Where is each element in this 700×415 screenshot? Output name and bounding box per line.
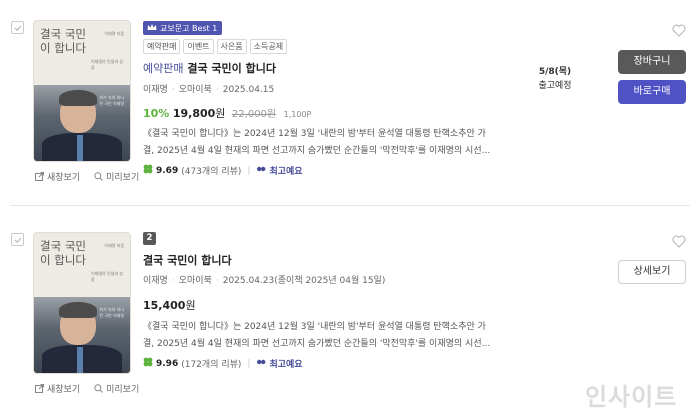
wishlist-heart-icon[interactable]: [672, 22, 686, 41]
new-window-label: 새창보기: [47, 173, 81, 183]
description-line-2: 결, 2025년 4월 4일 현재의 파면 선고까지 숨가빴던 순간들의 '막전…: [143, 146, 491, 156]
rank-badge: 2: [143, 232, 156, 245]
reward-points: 1,100P: [283, 110, 312, 119]
clover-icon: [143, 357, 153, 370]
publisher-link[interactable]: 오마이북: [179, 276, 212, 286]
description-line-1: 《결국 국민이 합니다》는 2024년 12월 3일 '내란의 밤'부터 윤석열…: [143, 322, 486, 332]
publish-date: 2025.04.23(종이책 2025년 04월 15일): [222, 276, 386, 286]
buy-now-button[interactable]: 바로구매: [618, 80, 686, 104]
product-title-link[interactable]: 결국 국민이 합니다: [143, 252, 232, 268]
description-line-2: 결, 2025년 4월 4일 현재의 파면 선고까지 숨가빴던 순간들의 '막전…: [143, 339, 491, 349]
product-title: 결국 국민이 합니다: [143, 254, 232, 267]
preview-actions: 새창보기 미리보기: [35, 170, 139, 183]
item-divider: [10, 205, 690, 206]
preview-label: 미리보기: [106, 173, 140, 183]
tag-event: 이벤트: [183, 39, 214, 54]
wishlist-heart-icon[interactable]: [672, 233, 686, 252]
select-checkbox[interactable]: [11, 21, 24, 34]
new-window-icon: [35, 384, 44, 393]
product-meta: 이재명 · 오마이북 · 2025.04.23(종이책 2025년 04월 15일): [143, 276, 386, 286]
new-window-link[interactable]: 새창보기: [35, 382, 80, 395]
new-window-icon: [35, 172, 44, 181]
review-count: (473개의 리뷰): [181, 167, 242, 177]
cover-author: 이재명 지음: [104, 31, 124, 36]
cover-title: 결국 국민이 합니다: [40, 27, 86, 55]
sale-price: 15,400: [143, 299, 186, 312]
product-meta: 이재명 · 오마이북 · 2025.04.15: [143, 85, 275, 95]
tag-list: 예약판매 이벤트 사은품 소득공제: [143, 39, 288, 54]
preview-label: 미리보기: [106, 385, 140, 395]
product-title: 결국 국민이 합니다: [187, 62, 276, 75]
crown-icon: [147, 23, 157, 33]
rating-row[interactable]: 9.96 (172개의 리뷰) | 최고예요: [143, 357, 303, 370]
publish-date: 2025.04.15: [222, 85, 275, 95]
tag-preorder: 예약판매: [143, 39, 181, 54]
emotion-label: 최고예요: [269, 360, 303, 370]
book-cover-image[interactable]: 결국 국민이 합니다 이재명 지음 이재명의 민생과 성장 위기 속의 하나 된…: [33, 232, 131, 374]
best-badge-label: 교보문고 Best 1: [160, 23, 218, 33]
select-checkbox[interactable]: [11, 233, 24, 246]
currency-label: 원: [215, 107, 226, 120]
sale-price: 19,800: [172, 107, 216, 120]
description-line-1: 《결국 국민이 합니다》는 2024년 12월 3일 '내란의 밤'부터 윤석열…: [143, 129, 486, 139]
author-link[interactable]: 이재명: [143, 85, 168, 95]
cover-photo: 위기 속의 하나 된 국민 이재명: [34, 297, 130, 373]
tag-tax-deduction: 소득공제: [249, 39, 288, 54]
magnifier-icon: [94, 172, 103, 181]
product-description: 《결국 국민이 합니다》는 2024년 12월 3일 '내란의 밤'부터 윤석열…: [143, 319, 495, 353]
clover-icon: [143, 164, 153, 177]
cover-photo-text: 위기 속의 하나 된 국민 이재명: [99, 307, 124, 318]
author-link[interactable]: 이재명: [143, 276, 168, 286]
preview-actions: 새창보기 미리보기: [35, 382, 139, 395]
price-row: 10% 19,800원 22,000원 1,100P: [143, 105, 311, 121]
preview-link[interactable]: 미리보기: [94, 170, 139, 183]
cover-title: 결국 국민이 합니다: [40, 239, 86, 267]
product-item-1: 결국 국민이 합니다 이재명 지음 이재명의 민생과 성장 위기 속의 하나 된…: [0, 0, 700, 205]
book-cover-image[interactable]: 결국 국민이 합니다 이재명 지음 이재명의 민생과 성장 위기 속의 하나 된…: [33, 20, 131, 162]
cover-photo-text: 위기 속의 하나 된 국민 이재명: [99, 95, 124, 106]
cover-subtitle: 이재명의 민생과 성장: [91, 271, 123, 282]
delivery-status: 출고예정: [538, 81, 572, 91]
view-details-button[interactable]: 상세보기: [618, 260, 686, 284]
rating-score: 9.96: [156, 358, 179, 369]
discount-rate: 10%: [143, 107, 170, 120]
rating-score: 9.69: [156, 165, 179, 176]
preview-link[interactable]: 미리보기: [94, 382, 139, 395]
publisher-link[interactable]: 오마이북: [179, 85, 212, 95]
price-row: 15,400원: [143, 297, 196, 313]
emotion-label: 최고예요: [269, 167, 303, 177]
product-title-link[interactable]: 예약판매 결국 국민이 합니다: [143, 60, 276, 76]
best-badge: 교보문고 Best 1: [143, 21, 223, 35]
tag-gift: 사은품: [216, 39, 247, 54]
product-description: 《결국 국민이 합니다》는 2024년 12월 3일 '내란의 밤'부터 윤석열…: [143, 126, 495, 160]
review-count: (172개의 리뷰): [181, 360, 242, 370]
title-prefix: 예약판매: [143, 62, 184, 75]
watermark: 인사이트: [585, 383, 678, 411]
delivery-info: 5/8(목) 출고예정: [525, 65, 585, 93]
new-window-label: 새창보기: [47, 385, 81, 395]
cover-photo: 위기 속의 하나 된 국민 이재명: [34, 85, 130, 161]
original-price: 22,000원: [231, 109, 277, 120]
cover-subtitle: 이재명의 민생과 성장: [91, 59, 123, 70]
emotion-icon: [256, 164, 266, 177]
magnifier-icon: [94, 384, 103, 393]
add-to-cart-button[interactable]: 장바구니: [618, 50, 686, 74]
emotion-icon: [256, 357, 266, 370]
rating-row[interactable]: 9.69 (473개의 리뷰) | 최고예요: [143, 164, 303, 177]
cover-author: 이재명 지음: [104, 243, 124, 248]
currency-label: 원: [185, 299, 196, 312]
delivery-date: 5/8(목): [538, 67, 572, 77]
new-window-link[interactable]: 새창보기: [35, 170, 80, 183]
